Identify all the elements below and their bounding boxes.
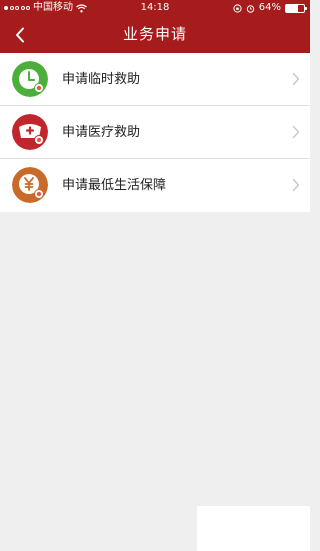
chevron-right-icon	[292, 125, 300, 139]
bottom-blank-area	[197, 506, 310, 551]
clock-icon	[12, 61, 48, 97]
alarm-icon	[246, 4, 254, 13]
nav-bar: 业务申请	[0, 16, 310, 53]
page-title: 业务申请	[122, 25, 187, 43]
menu-item-label: 申请最低生活保障	[62, 178, 167, 193]
orientation-lock-icon	[233, 3, 242, 13]
status-bar: 中国移动 14:18 64%	[0, 0, 310, 16]
chevron-right-icon	[292, 178, 300, 192]
menu-item-minimum-living-security[interactable]: 申请最低生活保障	[0, 159, 310, 212]
menu-item-medical-aid[interactable]: 申请医疗救助	[0, 106, 310, 159]
menu-item-temporary-aid[interactable]: 申请临时救助	[0, 53, 310, 106]
yen-coin-icon	[12, 167, 48, 203]
battery-icon	[285, 3, 307, 13]
chevron-right-icon	[292, 72, 300, 86]
menu-item-label: 申请临时救助	[62, 72, 141, 87]
status-right: 64%	[233, 0, 307, 16]
menu-list: 申请临时救助 申请医疗救助 申请最低生活保障	[0, 53, 310, 212]
medical-cap-icon	[12, 114, 48, 150]
battery-percent: 64%	[258, 2, 281, 13]
menu-item-label: 申请医疗救助	[62, 125, 141, 140]
